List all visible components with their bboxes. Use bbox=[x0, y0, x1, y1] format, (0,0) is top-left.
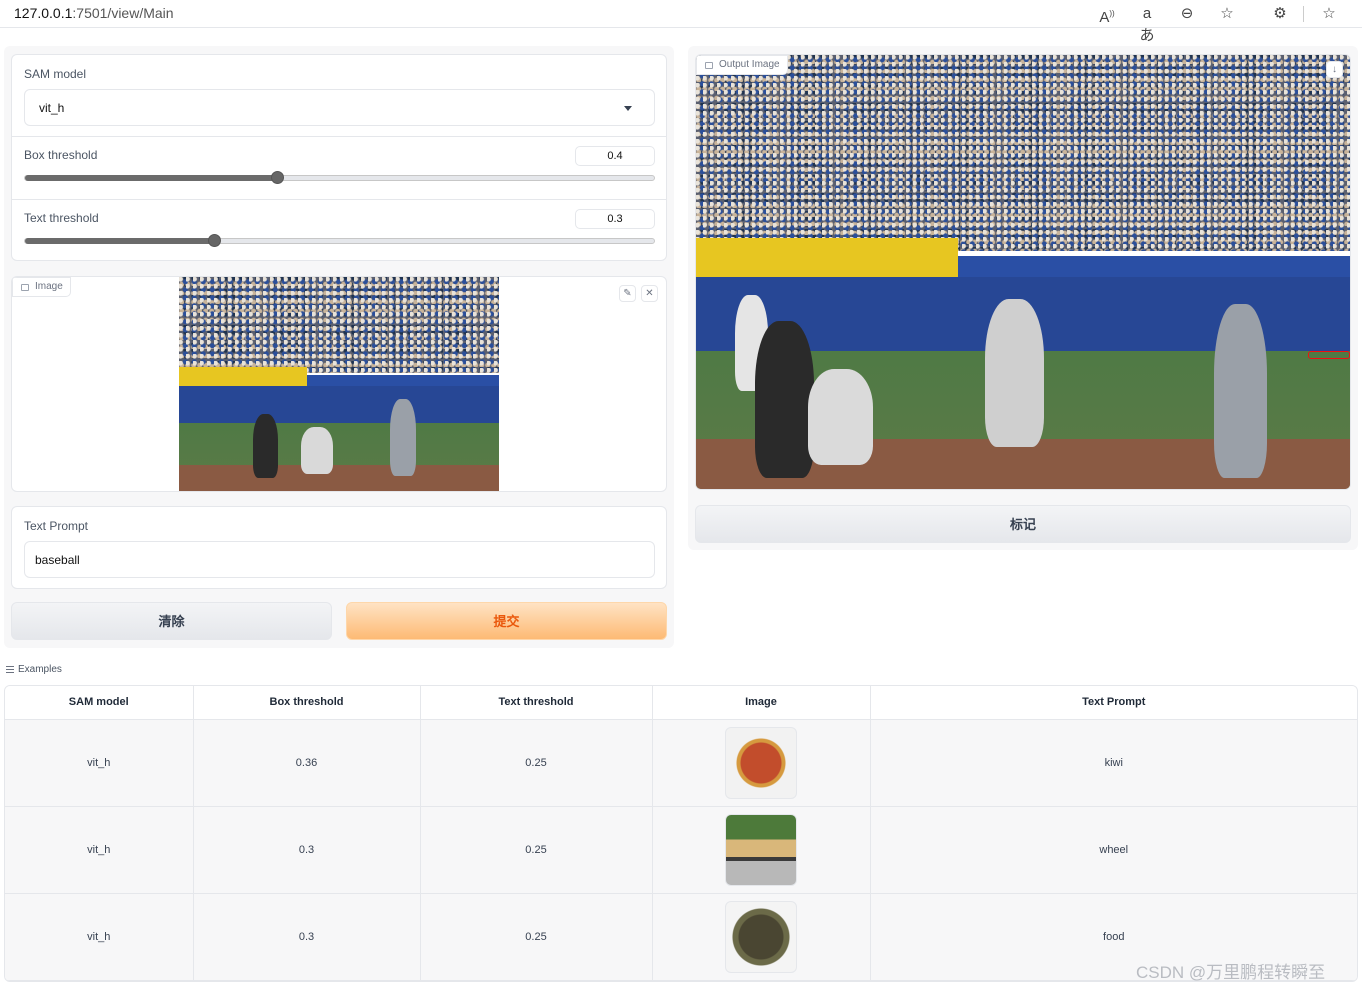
table-row[interactable]: vit_h 0.3 0.25 wheel bbox=[5, 806, 1357, 894]
chevron-down-icon bbox=[624, 106, 632, 111]
text-threshold-slider-fill bbox=[25, 238, 214, 244]
sam-model-label: SAM model bbox=[24, 67, 87, 81]
box-threshold-slider-handle[interactable] bbox=[271, 171, 284, 184]
mark-button[interactable]: 标记 bbox=[695, 505, 1351, 543]
settings-card: SAM model vit_h Box threshold 0.4 Text t… bbox=[11, 54, 667, 261]
image-label: Image bbox=[35, 281, 63, 292]
browser-address-bar[interactable]: 127.0.0.1:7501/view/Main A)) aあ ⊖ ☆ ⚙ ☆ bbox=[0, 0, 1362, 44]
box-threshold-slider-fill bbox=[25, 175, 277, 181]
zoom-icon[interactable]: ⊖ bbox=[1176, 3, 1198, 25]
examples-label: Examples bbox=[6, 664, 62, 675]
fruit-bowl-thumbnail[interactable] bbox=[725, 726, 797, 799]
favorite-icon[interactable]: ☆ bbox=[1216, 3, 1238, 25]
output-image-label-tag: Output Image bbox=[696, 55, 788, 75]
image-input-card[interactable]: Image ✎ ✕ bbox=[11, 276, 667, 492]
box-threshold-label: Box threshold bbox=[24, 148, 98, 162]
output-image-card: Output Image ↓ bbox=[695, 54, 1351, 490]
image-icon bbox=[705, 62, 713, 69]
divider bbox=[12, 199, 666, 200]
clear-button[interactable]: 清除 bbox=[11, 602, 332, 640]
table-cell: 0.25 bbox=[420, 719, 653, 807]
table-cell: kiwi bbox=[870, 719, 1357, 807]
table-cell: 0.25 bbox=[420, 806, 653, 894]
column-header: Text threshold bbox=[420, 686, 653, 720]
translate-icon[interactable]: aあ bbox=[1136, 3, 1158, 44]
toolbar-divider bbox=[1303, 6, 1304, 22]
food-plate-thumbnail[interactable] bbox=[725, 900, 797, 973]
output-image-label: Output Image bbox=[719, 59, 780, 70]
table-row[interactable]: vit_h 0.36 0.25 kiwi bbox=[5, 719, 1357, 807]
read-aloud-icon[interactable]: A)) bbox=[1096, 3, 1118, 26]
output-image bbox=[696, 55, 1350, 489]
image-label-tag: Image bbox=[12, 277, 71, 297]
table-cell bbox=[652, 719, 871, 807]
text-threshold-number-input[interactable]: 0.3 bbox=[575, 209, 655, 229]
column-header: Box threshold bbox=[193, 686, 421, 720]
url-text[interactable]: 127.0.0.1:7501/view/Main bbox=[14, 5, 174, 21]
text-prompt-value: baseball bbox=[35, 553, 80, 567]
examples-table: SAM model Box threshold Text threshold I… bbox=[4, 685, 1358, 982]
table-cell: 0.36 bbox=[193, 719, 421, 807]
edit-icon[interactable]: ✎ bbox=[619, 285, 636, 302]
box-threshold-number-input[interactable]: 0.4 bbox=[575, 146, 655, 166]
output-panel: Output Image ↓ 标记 bbox=[688, 46, 1358, 550]
car-thumbnail[interactable] bbox=[725, 813, 797, 886]
text-prompt-card: Text Prompt baseball bbox=[11, 506, 667, 589]
extensions-icon[interactable]: ⚙ bbox=[1269, 3, 1291, 25]
text-threshold-slider[interactable] bbox=[24, 234, 655, 247]
column-header: SAM model bbox=[5, 686, 194, 720]
text-threshold-label: Text threshold bbox=[24, 211, 99, 225]
table-cell: 0.3 bbox=[193, 893, 421, 981]
table-cell: vit_h bbox=[5, 893, 194, 981]
input-image bbox=[179, 277, 499, 491]
table-cell: 0.25 bbox=[420, 893, 653, 981]
favorites-bar-icon[interactable]: ☆ bbox=[1318, 3, 1340, 25]
input-panel: SAM model vit_h Box threshold 0.4 Text t… bbox=[4, 46, 674, 648]
submit-button[interactable]: 提交 bbox=[346, 602, 667, 640]
table-cell bbox=[652, 893, 871, 981]
sam-model-dropdown[interactable]: vit_h bbox=[24, 89, 655, 126]
divider bbox=[12, 136, 666, 137]
text-prompt-input[interactable]: baseball bbox=[24, 541, 655, 578]
box-threshold-slider[interactable] bbox=[24, 171, 655, 184]
download-icon[interactable]: ↓ bbox=[1326, 61, 1343, 78]
text-threshold-slider-handle[interactable] bbox=[208, 234, 221, 247]
image-icon bbox=[21, 284, 29, 291]
table-cell: vit_h bbox=[5, 806, 194, 894]
sam-model-value: vit_h bbox=[39, 101, 65, 115]
text-prompt-label: Text Prompt bbox=[24, 519, 89, 533]
table-cell bbox=[652, 806, 871, 894]
detection-box bbox=[1308, 351, 1350, 360]
close-icon[interactable]: ✕ bbox=[641, 285, 658, 302]
table-cell: vit_h bbox=[5, 719, 194, 807]
table-cell: wheel bbox=[870, 806, 1357, 894]
column-header: Image bbox=[652, 686, 871, 720]
column-header: Text Prompt bbox=[870, 686, 1357, 720]
table-cell: 0.3 bbox=[193, 806, 421, 894]
list-icon bbox=[6, 665, 14, 673]
watermark-text: CSDN @万里鹏程转瞬至 bbox=[1136, 963, 1326, 982]
